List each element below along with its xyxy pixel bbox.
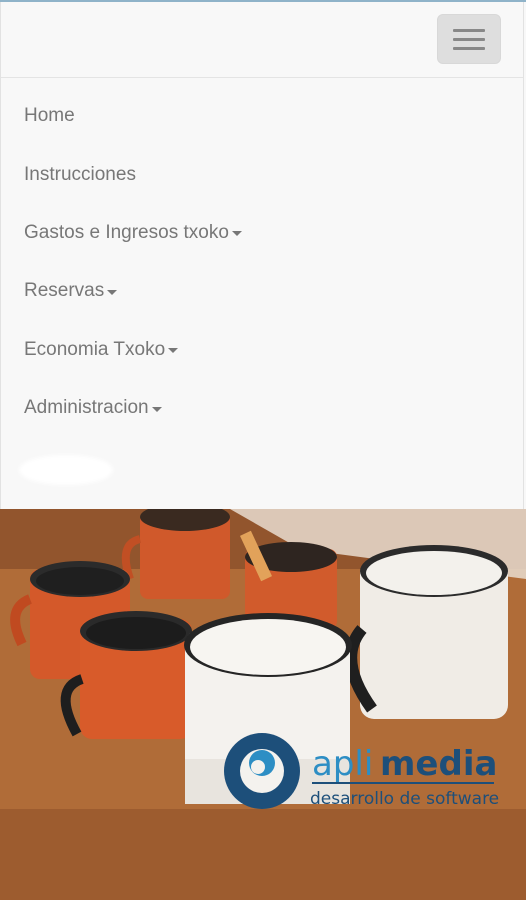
hamburger-icon-bar: [453, 46, 485, 50]
nav-item-gastos-ingresos[interactable]: Gastos e Ingresos txoko: [1, 204, 523, 262]
logo-name-part1: apli: [312, 744, 373, 784]
navbar: Home Instrucciones Gastos e Ingresos txo…: [0, 2, 524, 509]
nav-menu: Home Instrucciones Gastos e Ingresos txo…: [1, 87, 523, 437]
nav-item-label: Instrucciones: [24, 163, 136, 185]
caret-down-icon: [151, 406, 162, 412]
logo-tagline: desarrollo de software: [310, 789, 499, 809]
nav-item-home[interactable]: Home: [1, 87, 523, 145]
nav-item-label: Administracion: [24, 397, 149, 419]
caret-down-icon: [168, 348, 179, 354]
nav-item-economia-txoko[interactable]: Economia Txoko: [1, 321, 523, 379]
logo-name-part2: media: [380, 744, 497, 784]
nav-item-administracion[interactable]: Administracion: [1, 379, 523, 437]
nav-item-label: Economia Txoko: [24, 338, 166, 360]
hero-mugs-illustration: apli media desarrollo de software: [0, 509, 526, 900]
hamburger-icon-bar: [453, 28, 485, 32]
hero-image: apli media desarrollo de software: [0, 509, 526, 900]
mug-orange-front-left: [60, 611, 192, 739]
mug-orange-back-left: [121, 509, 230, 599]
nav-item-instrucciones[interactable]: Instrucciones: [1, 145, 523, 203]
hamburger-icon-bar: [453, 37, 485, 41]
nav-item-label: Gastos e Ingresos txoko: [24, 221, 229, 243]
redacted-user-blob: [19, 455, 113, 485]
caret-down-icon: [107, 289, 118, 295]
menu-toggle-button[interactable]: [437, 14, 501, 64]
navbar-header: [1, 2, 523, 78]
nav-item-reservas[interactable]: Reservas: [1, 262, 523, 320]
caret-down-icon: [231, 231, 242, 237]
mug-white-right: [345, 545, 508, 719]
nav-item-label: Reservas: [24, 280, 105, 302]
nav-item-label: Home: [24, 105, 75, 127]
aplimedia-logo: apli media desarrollo de software: [224, 733, 499, 809]
